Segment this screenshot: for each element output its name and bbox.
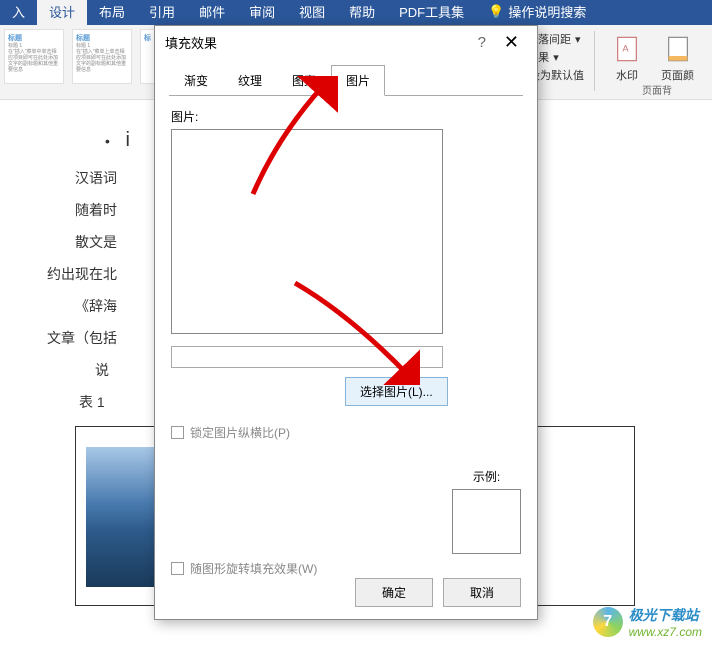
- ribbon-tab-review[interactable]: 审阅: [237, 0, 287, 25]
- sample-label: 示例:: [452, 468, 521, 485]
- site-watermark: 7 极光下载站 www.xz7.com: [593, 605, 702, 639]
- fill-effects-dialog: 填充效果 ? ✕ 渐变 纹理 图案 图片 图片: 选择图片(L)... 锁定图片…: [154, 25, 538, 620]
- theme-gallery[interactable]: 标题 标题 1 在"插入"菜单中单击相应项目即可在此处添加文字的副标题和其他重要…: [0, 25, 162, 99]
- tab-texture[interactable]: 纹理: [223, 65, 277, 96]
- ribbon-tab-help[interactable]: 帮助: [337, 0, 387, 25]
- ribbon-tabs-bar: 入 设计 布局 引用 邮件 审阅 视图 帮助 PDF工具集 💡 操作说明搜索: [0, 0, 712, 25]
- watermark-button[interactable]: A 水印: [605, 31, 649, 87]
- tab-picture[interactable]: 图片: [331, 65, 385, 96]
- dialog-title: 填充效果: [165, 33, 468, 52]
- tab-pattern[interactable]: 图案: [277, 65, 331, 96]
- ribbon-tell-me[interactable]: 💡 操作说明搜索: [476, 0, 598, 25]
- dialog-button-row: 确定 取消: [355, 578, 521, 607]
- ribbon-tab-mailings[interactable]: 邮件: [187, 0, 237, 25]
- dialog-tabs: 渐变 纹理 图案 图片: [155, 65, 537, 96]
- tab-gradient[interactable]: 渐变: [169, 65, 223, 96]
- ribbon-tab-design[interactable]: 设计: [37, 0, 87, 25]
- ribbon-tab-pdftools[interactable]: PDF工具集: [387, 0, 476, 25]
- lightbulb-icon: 💡: [488, 4, 504, 20]
- svg-text:A: A: [622, 43, 629, 53]
- picture-path-input[interactable]: [171, 346, 443, 368]
- watermark-icon: A: [613, 35, 641, 63]
- watermark-url: www.xz7.com: [629, 625, 702, 639]
- ribbon-group-label: 页面背: [642, 82, 672, 97]
- cancel-button[interactable]: 取消: [443, 578, 521, 607]
- dialog-help-button[interactable]: ?: [468, 34, 496, 51]
- dialog-close-button[interactable]: ✕: [496, 32, 527, 53]
- ribbon-tab-view[interactable]: 视图: [287, 0, 337, 25]
- theme-preset-1[interactable]: 标题 标题 1 在"插入"菜单中单击相应项目即可在此处添加文字的副标题和其他重要…: [4, 29, 64, 84]
- checkbox-icon: [171, 562, 184, 575]
- watermark-sitename: 极光下载站: [629, 605, 702, 625]
- ribbon-tab-references[interactable]: 引用: [137, 0, 187, 25]
- theme-preset-2[interactable]: 标题 标题 1 在"插入"菜单上单击相应项目即可在此处添加文字的副标题和其他重要…: [72, 29, 132, 84]
- watermark-logo-icon: 7: [593, 607, 623, 637]
- select-picture-button[interactable]: 选择图片(L)...: [345, 377, 448, 406]
- sample-preview-box: [452, 489, 521, 554]
- dropdown-icon: ▾: [575, 33, 581, 46]
- ok-button[interactable]: 确定: [355, 578, 433, 607]
- picture-label: 图片:: [171, 108, 521, 125]
- separator: [594, 31, 595, 91]
- checkbox-icon: [171, 426, 184, 439]
- dropdown-icon: ▾: [553, 51, 559, 64]
- sample-area: 示例:: [452, 468, 521, 554]
- rotate-with-shape-checkbox-row[interactable]: 随图形旋转填充效果(W): [171, 560, 317, 577]
- ribbon-tab-insert[interactable]: 入: [0, 0, 37, 25]
- ribbon-tab-layout[interactable]: 布局: [87, 0, 137, 25]
- page-color-icon: [664, 35, 692, 63]
- lock-aspect-checkbox-row[interactable]: 锁定图片纵横比(P): [171, 424, 521, 441]
- page-color-button[interactable]: 页面颜: [653, 31, 702, 87]
- picture-preview-box: [171, 129, 443, 334]
- dialog-titlebar: 填充效果 ? ✕: [155, 26, 537, 59]
